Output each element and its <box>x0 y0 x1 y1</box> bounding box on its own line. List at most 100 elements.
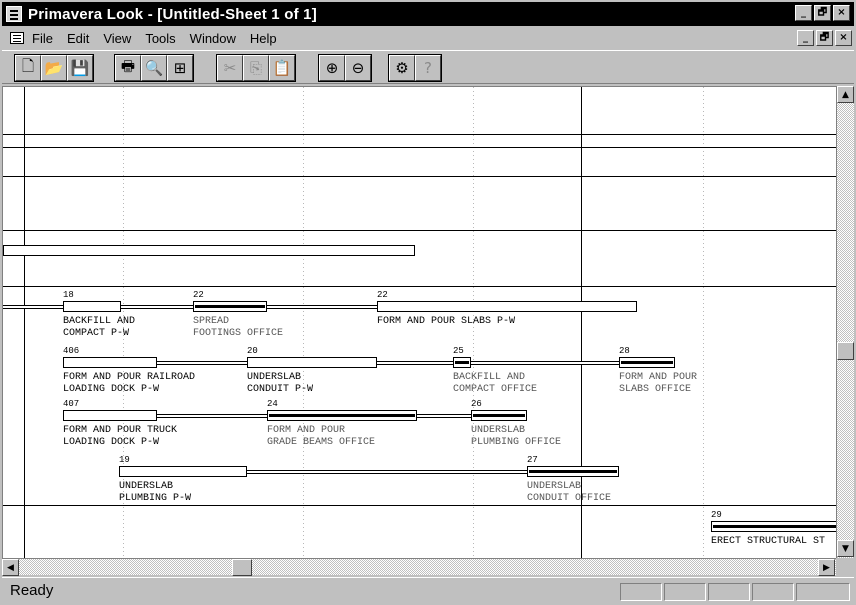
status-panel <box>664 583 706 601</box>
relationship-line <box>377 361 453 365</box>
print-tools-group: 🖶 🔍 ⊞ <box>114 54 194 82</box>
activity-label: FOOTINGS OFFICE <box>193 328 284 339</box>
relationship-line <box>247 470 527 474</box>
activity-id: 26 <box>471 399 482 409</box>
close-button[interactable]: × <box>833 5 850 21</box>
scroll-right-button[interactable]: ▶ <box>818 559 835 576</box>
misc-tools-group: ⚙ ? <box>388 54 442 82</box>
restore-button[interactable]: 🗗 <box>814 5 831 21</box>
status-panel <box>620 583 662 601</box>
activity-id: 22 <box>377 290 388 300</box>
grid-vertical-line <box>581 87 582 558</box>
activity-id: 28 <box>619 346 630 356</box>
options-icon[interactable]: ⚙ <box>389 55 415 81</box>
scroll-left-button[interactable]: ◀ <box>2 559 19 576</box>
activity-label: FORM AND POUR <box>619 372 698 383</box>
activity-id: 19 <box>119 455 130 465</box>
status-panel <box>708 583 750 601</box>
activity-label: FORM AND POUR SLABS P-W <box>377 316 516 327</box>
grid-horizontal-line <box>3 505 836 506</box>
status-panel <box>796 583 850 601</box>
menu-tools[interactable]: Tools <box>145 31 175 46</box>
title-bar[interactable]: Primavera Look - [Untitled-Sheet 1 of 1]… <box>2 2 854 26</box>
doc-close-button[interactable]: × <box>835 30 852 46</box>
relationship-line <box>417 414 471 418</box>
activity-label: CONDUIT P-W <box>247 384 314 395</box>
doc-restore-button[interactable]: 🗗 <box>816 30 833 46</box>
activity-bar[interactable] <box>453 357 471 368</box>
activity-label: UNDERSLAB <box>247 372 302 383</box>
grid-vertical-line <box>24 87 25 558</box>
horizontal-scroll-thumb[interactable] <box>232 559 252 576</box>
page-setup-icon[interactable]: ⊞ <box>167 55 193 81</box>
vertical-scrollbar[interactable]: ▲ ▼ <box>836 86 854 558</box>
activity-bar[interactable] <box>119 466 247 477</box>
activity-label: GRADE BEAMS OFFICE <box>267 437 376 448</box>
copy-icon[interactable]: ⎘ <box>243 55 269 81</box>
activity-bar[interactable] <box>63 301 121 312</box>
activity-id: 20 <box>247 346 258 356</box>
status-panel <box>752 583 794 601</box>
activity-label: FORM AND POUR <box>267 425 346 436</box>
activity-label: SLABS OFFICE <box>619 384 692 395</box>
activity-label: FORM AND POUR TRUCK <box>63 425 178 436</box>
activity-label: PLUMBING P-W <box>119 493 192 504</box>
print-preview-icon[interactable]: 🔍 <box>141 55 167 81</box>
zoom-out-icon[interactable]: ⊖ <box>345 55 371 81</box>
open-folder-icon[interactable]: 📂 <box>41 55 67 81</box>
scroll-corner <box>836 558 854 575</box>
horizontal-scrollbar[interactable]: ◀ ▶ <box>2 558 836 576</box>
activity-bar[interactable] <box>63 410 157 421</box>
new-file-icon[interactable]: 🗋 <box>15 55 41 81</box>
activity-id: 24 <box>267 399 278 409</box>
activity-bar[interactable] <box>63 357 157 368</box>
activity-id: 22 <box>193 290 204 300</box>
app-icon[interactable] <box>6 6 22 22</box>
activity-label: COMPACT P-W <box>63 328 130 339</box>
vertical-scroll-thumb[interactable] <box>837 342 854 360</box>
cut-icon[interactable]: ✂ <box>217 55 243 81</box>
activity-label: BACKFILL AND <box>63 316 136 327</box>
scroll-up-button[interactable]: ▲ <box>837 86 854 103</box>
save-disk-icon[interactable]: 💾 <box>67 55 93 81</box>
activity-bar[interactable] <box>3 245 415 256</box>
activity-label: COMPACT OFFICE <box>453 384 538 395</box>
activity-id: 25 <box>453 346 464 356</box>
activity-bar[interactable] <box>193 301 267 312</box>
relationship-line <box>267 305 377 309</box>
activity-label: UNDERSLAB <box>119 481 174 492</box>
activity-bar[interactable] <box>619 357 675 368</box>
menu-help[interactable]: Help <box>250 31 277 46</box>
status-text: Ready <box>10 582 54 599</box>
menu-view[interactable]: View <box>103 31 131 46</box>
activity-id: 406 <box>63 346 80 356</box>
print-icon[interactable]: 🖶 <box>115 55 141 81</box>
activity-id: 407 <box>63 399 80 409</box>
document-menu-icon[interactable] <box>10 32 24 44</box>
help-pointer-icon[interactable]: ? <box>415 55 441 81</box>
activity-label: BACKFILL AND <box>453 372 526 383</box>
doc-minimize-button[interactable]: _ <box>797 30 814 46</box>
window-title: Primavera Look - [Untitled-Sheet 1 of 1] <box>28 5 317 23</box>
activity-label: SPREAD <box>193 316 230 327</box>
menu-edit[interactable]: Edit <box>67 31 89 46</box>
status-bar: Ready <box>2 577 854 603</box>
activity-bar[interactable] <box>711 521 836 532</box>
activity-id: 18 <box>63 290 74 300</box>
activity-bar[interactable] <box>377 301 637 312</box>
activity-label: FORM AND POUR RAILROAD <box>63 372 196 383</box>
minimize-button[interactable]: _ <box>795 5 812 21</box>
activity-bar[interactable] <box>247 357 377 368</box>
paste-icon[interactable]: 📋 <box>269 55 295 81</box>
zoom-in-icon[interactable]: ⊕ <box>319 55 345 81</box>
pert-sheet[interactable]: 18 BACKFILL AND COMPACT P-W 22 SPREAD FO… <box>2 86 836 558</box>
menu-file[interactable]: File <box>32 31 53 46</box>
activity-label: PLUMBING OFFICE <box>471 437 562 448</box>
activity-id: 27 <box>527 455 538 465</box>
activity-bar[interactable] <box>267 410 417 421</box>
relationship-line <box>471 361 619 365</box>
activity-bar[interactable] <box>471 410 527 421</box>
scroll-down-button[interactable]: ▼ <box>837 540 854 557</box>
activity-bar[interactable] <box>527 466 619 477</box>
menu-window[interactable]: Window <box>190 31 236 46</box>
